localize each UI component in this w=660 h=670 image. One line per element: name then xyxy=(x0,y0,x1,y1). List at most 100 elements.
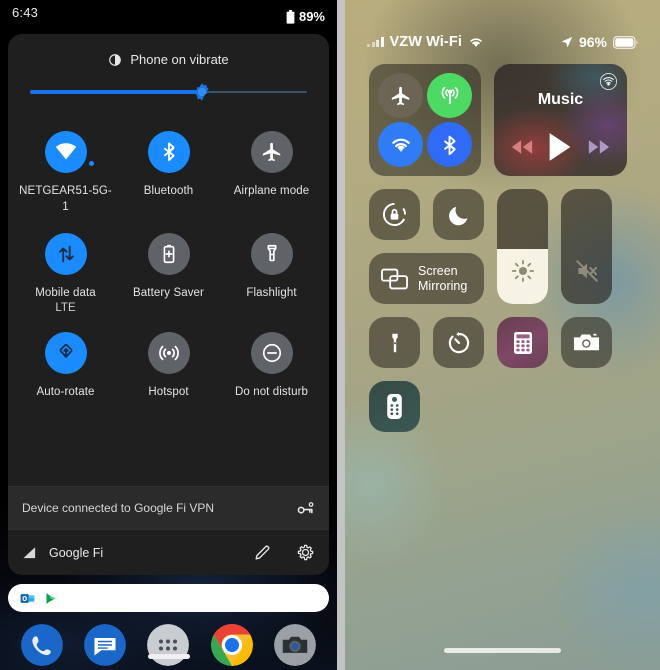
home-indicator-icon[interactable] xyxy=(444,648,561,653)
rewind-icon[interactable] xyxy=(511,139,533,155)
connectivity-module xyxy=(369,64,481,176)
flashlight-icon xyxy=(267,244,276,262)
tile-wifi[interactable]: NETGEAR51-5G-1 xyxy=(14,123,117,221)
tile-airplane-mode[interactable]: Airplane mode xyxy=(220,123,323,221)
ios-battery-percent: 96% xyxy=(578,34,607,50)
brightness-slider[interactable] xyxy=(497,189,548,304)
wifi-status-dot xyxy=(88,161,94,166)
tile-battery-saver[interactable]: Battery Saver xyxy=(117,225,220,320)
app-drawer-icon xyxy=(147,624,190,666)
vpn-status-text: Device connected to Google Fi VPN xyxy=(22,501,215,515)
tile-mobile-data-icon-circle xyxy=(44,233,87,276)
apple-tv-remote-icon xyxy=(387,394,402,419)
tile-auto-rotate-label: Auto-rotate xyxy=(36,385,95,398)
phone-icon xyxy=(20,624,63,666)
music-module[interactable]: Music xyxy=(494,64,627,176)
brightness-slider[interactable] xyxy=(30,81,307,103)
tile-mobile-data[interactable]: Mobile data LTE xyxy=(14,225,117,320)
screen-mirroring-label-line2: Mirroring xyxy=(418,278,468,293)
side-by-side-comparison: 6:43 89% Phone on vibrate NETGEAR51-5G-1… xyxy=(0,0,660,670)
brightness-slider-fill xyxy=(30,90,202,94)
cellular-bars-icon xyxy=(367,37,384,47)
wifi-icon xyxy=(391,138,410,152)
bluetooth-button[interactable] xyxy=(427,122,472,167)
tile-flashlight[interactable]: Flashlight xyxy=(220,225,323,320)
tile-hotspot[interactable]: Hotspot xyxy=(117,324,220,407)
tile-flashlight-label: Flashlight xyxy=(246,287,297,300)
cellular-data-icon xyxy=(441,86,458,104)
brightness-glyph-wrap xyxy=(497,258,548,284)
volume-glyph-wrap xyxy=(561,258,612,284)
android-quick-settings-screen: 6:43 89% Phone on vibrate NETGEAR51-5G-1… xyxy=(0,0,337,670)
ios-home-indicator[interactable] xyxy=(345,648,660,653)
apple-tv-remote-button[interactable] xyxy=(369,381,420,432)
fast-forward-icon[interactable] xyxy=(588,139,610,155)
rotation-lock-icon xyxy=(382,202,407,227)
tile-auto-rotate[interactable]: Auto-rotate xyxy=(14,324,117,407)
cc-left-stack: Screen Mirroring xyxy=(369,189,484,304)
tile-airplane-icon-circle xyxy=(250,131,293,173)
music-title: Music xyxy=(537,91,584,108)
pencil-icon[interactable] xyxy=(253,543,272,562)
android-dock xyxy=(0,624,337,666)
ios-carrier-label: VZW Wi-Fi xyxy=(389,34,462,50)
android-navigation-bar[interactable] xyxy=(0,654,337,659)
carrier-row: Google Fi xyxy=(8,529,329,575)
timer-icon xyxy=(448,331,469,353)
airplane-mode-button[interactable] xyxy=(378,73,423,118)
brightness-slider-thumb[interactable] xyxy=(192,82,212,102)
bluetooth-icon xyxy=(443,135,455,155)
status-bar-right-group: 89% xyxy=(286,9,325,24)
ringer-mode-label: Phone on vibrate xyxy=(130,52,229,67)
ringer-mode-label-row: Phone on vibrate xyxy=(8,52,329,67)
camera-icon xyxy=(573,333,600,351)
tile-bluetooth[interactable]: Bluetooth xyxy=(117,123,220,221)
screen-mirroring-label-line1: Screen xyxy=(418,263,458,278)
rotation-lock-button[interactable] xyxy=(369,189,420,240)
timer-button[interactable] xyxy=(433,317,484,368)
vpn-status-row[interactable]: Device connected to Google Fi VPN xyxy=(8,486,329,529)
screen-mirroring-button[interactable]: Screen Mirroring xyxy=(369,253,484,304)
vibrate-icon xyxy=(109,53,122,66)
volume-slider[interactable] xyxy=(561,189,612,304)
wifi-icon xyxy=(55,143,76,160)
tile-do-not-disturb[interactable]: Do not disturb xyxy=(220,324,323,407)
brightness-sun-icon xyxy=(511,259,534,283)
battery-icon xyxy=(613,35,638,49)
flashlight-icon xyxy=(391,333,398,352)
dock-chrome[interactable] xyxy=(210,624,253,666)
play-icon[interactable] xyxy=(547,132,573,162)
status-bar-battery-percent: 89% xyxy=(298,9,325,24)
notification-shelf[interactable] xyxy=(8,584,329,612)
hotspot-icon xyxy=(158,345,179,360)
tile-wifi-icon-circle xyxy=(44,131,94,173)
dock-messages[interactable] xyxy=(84,624,127,666)
outlook-icon[interactable] xyxy=(20,591,35,606)
ios-control-center-grid: Music Screen Mirroring xyxy=(345,58,660,432)
play-store-games-icon[interactable] xyxy=(44,591,59,606)
brightness-section: Phone on vibrate xyxy=(8,44,329,109)
wifi-button[interactable] xyxy=(378,122,423,167)
camera-button[interactable] xyxy=(561,317,612,368)
flashlight-button[interactable] xyxy=(369,317,420,368)
ios-status-bar: VZW Wi-Fi 96% xyxy=(345,0,660,58)
camera-icon xyxy=(274,624,317,666)
home-pill-icon[interactable] xyxy=(147,654,190,659)
dock-phone[interactable] xyxy=(20,624,63,666)
carrier-name: Google Fi xyxy=(49,545,104,560)
vpn-key-icon[interactable] xyxy=(296,499,315,518)
panel-divider xyxy=(337,0,345,670)
dock-app-drawer[interactable] xyxy=(147,624,190,666)
airplane-icon xyxy=(262,142,280,162)
brightness-thumb-icon xyxy=(194,83,209,101)
mobile-data-icon xyxy=(58,245,74,263)
tile-mobile-data-label: Mobile data xyxy=(35,287,96,300)
dock-camera[interactable] xyxy=(274,624,317,666)
battery-saver-icon xyxy=(163,244,174,264)
do-not-disturb-button[interactable] xyxy=(433,189,484,240)
calculator-button[interactable] xyxy=(497,317,548,368)
gear-icon[interactable] xyxy=(296,543,315,562)
cellular-data-button[interactable] xyxy=(427,73,472,118)
messages-icon xyxy=(84,624,127,666)
battery-icon xyxy=(286,9,295,24)
